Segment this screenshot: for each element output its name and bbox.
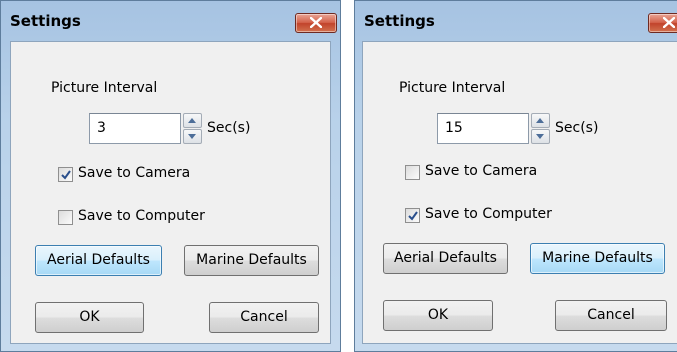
- spin-down-button[interactable]: [531, 129, 550, 144]
- close-icon: [310, 17, 322, 28]
- dialog-client-area: Picture Interval 15 Sec(s) Save to Camer…: [362, 41, 677, 344]
- marine-defaults-button[interactable]: Marine Defaults: [530, 243, 665, 274]
- title-bar[interactable]: Settings: [355, 1, 677, 39]
- save-to-camera-checkbox[interactable]: [58, 167, 73, 182]
- interval-unit-label: Sec(s): [555, 120, 599, 136]
- spin-down-icon: [188, 134, 196, 139]
- save-to-camera-label: Save to Camera: [78, 165, 191, 181]
- ok-button[interactable]: OK: [383, 300, 493, 331]
- save-to-computer-label: Save to Computer: [425, 206, 552, 222]
- save-to-camera-label: Save to Camera: [425, 163, 538, 179]
- save-to-computer-checkbox[interactable]: [405, 208, 420, 223]
- window-title: Settings: [364, 12, 435, 30]
- interval-unit-label: Sec(s): [207, 120, 251, 136]
- dialog-client-area: Picture Interval 3 Sec(s) Save to Camera…: [10, 41, 331, 344]
- save-to-computer-label: Save to Computer: [78, 208, 205, 224]
- cancel-button[interactable]: Cancel: [209, 302, 319, 333]
- checkmark-icon: [408, 211, 418, 221]
- spin-up-icon: [188, 118, 196, 123]
- save-to-camera-checkbox[interactable]: [405, 165, 420, 180]
- cancel-button[interactable]: Cancel: [555, 300, 667, 331]
- window-title: Settings: [10, 12, 81, 30]
- picture-interval-input[interactable]: 15: [437, 113, 529, 144]
- spin-down-button[interactable]: [183, 129, 202, 144]
- picture-interval-label: Picture Interval: [399, 80, 506, 96]
- checkmark-icon: [61, 170, 71, 180]
- settings-dialog-marine: Settings Picture Interval 15 Sec(s) Save…: [354, 0, 677, 352]
- picture-interval-input[interactable]: 3: [89, 113, 181, 144]
- close-button[interactable]: [295, 13, 337, 33]
- settings-dialog-aerial: Settings Picture Interval 3 Sec(s) Save …: [0, 0, 341, 352]
- spin-up-button[interactable]: [183, 113, 202, 128]
- picture-interval-label: Picture Interval: [51, 80, 158, 96]
- spin-up-icon: [536, 118, 544, 123]
- divider: [341, 0, 354, 352]
- ok-button[interactable]: OK: [35, 302, 144, 333]
- close-button[interactable]: [648, 13, 677, 33]
- aerial-defaults-button[interactable]: Aerial Defaults: [383, 243, 508, 274]
- aerial-defaults-button[interactable]: Aerial Defaults: [35, 245, 162, 276]
- spin-up-button[interactable]: [531, 113, 550, 128]
- interval-spinner: [183, 113, 202, 144]
- close-icon: [663, 17, 675, 28]
- save-to-computer-checkbox[interactable]: [58, 210, 73, 225]
- marine-defaults-button[interactable]: Marine Defaults: [184, 245, 319, 276]
- spin-down-icon: [536, 134, 544, 139]
- interval-spinner: [531, 113, 550, 144]
- title-bar[interactable]: Settings: [1, 1, 340, 39]
